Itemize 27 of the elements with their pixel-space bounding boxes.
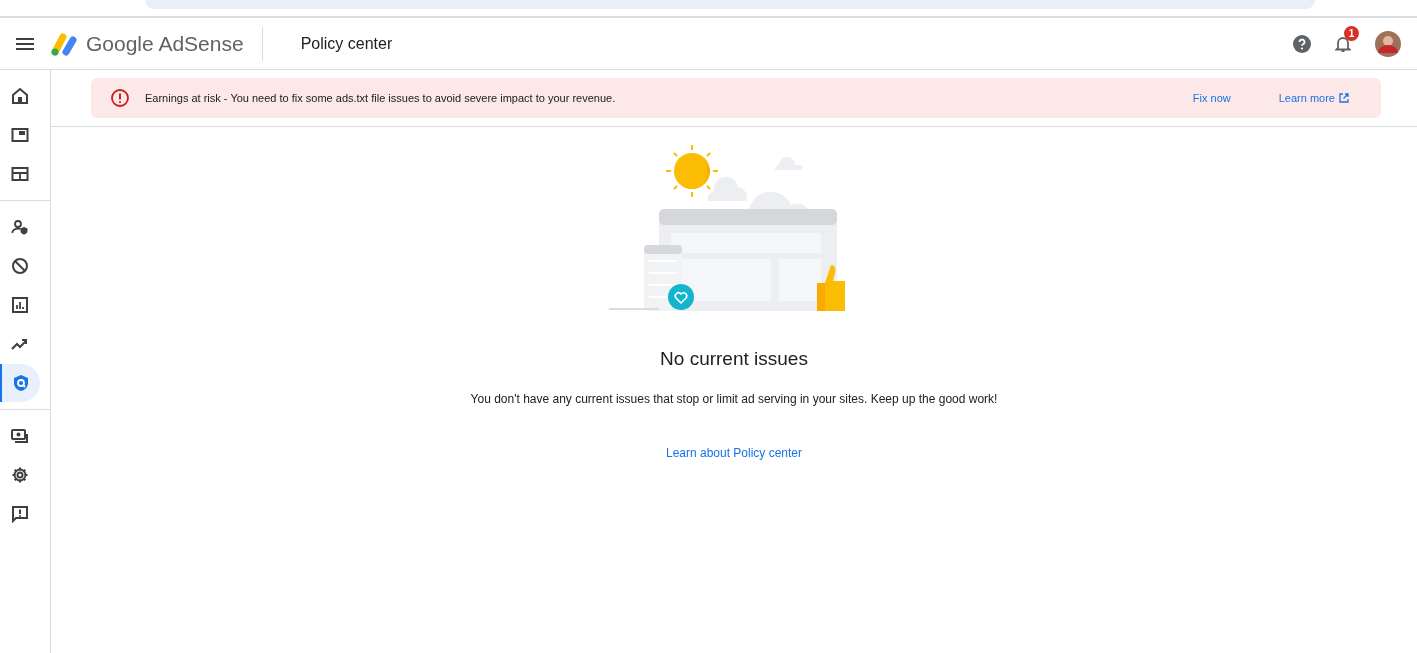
product-name: Google AdSense (86, 30, 244, 57)
home-icon (11, 87, 29, 105)
sidebar-item[interactable] (0, 364, 40, 402)
notifications-icon[interactable] (1335, 35, 1351, 54)
alert-action-link[interactable]: Fix now (1192, 89, 1231, 107)
bar-chart-icon (11, 296, 29, 314)
avatar-icon[interactable] (1375, 30, 1401, 57)
ad-unit-icon (11, 126, 29, 144)
empty-state-description: You don't have any current issues that stop or limit ad serving in your sites. Keep up the good work! (469, 390, 999, 408)
block-icon (11, 257, 29, 275)
empty-state-title: No current issues (659, 347, 809, 371)
menu-icon[interactable] (16, 37, 34, 50)
notification-count: 1 (1344, 25, 1359, 41)
web-layout-icon (11, 165, 29, 183)
external-link-icon (1339, 93, 1349, 103)
money-icon (11, 427, 29, 445)
feedback-icon (11, 505, 29, 523)
shield-search-icon (12, 374, 30, 392)
page-title: Policy center (300, 33, 393, 54)
person-shield-icon (11, 218, 29, 236)
help-icon[interactable] (1293, 34, 1311, 53)
learn-about-link[interactable]: Learn about Policy center (665, 443, 803, 462)
logo-icon (50, 31, 78, 56)
alert-message: Earnings at risk - You need to fix some ads.txt file issues to avoid severe impact to your revenue. (145, 90, 616, 106)
error-icon (111, 89, 129, 107)
settings-icon (11, 466, 29, 484)
alert-action-link[interactable]: Learn more (1278, 89, 1349, 107)
